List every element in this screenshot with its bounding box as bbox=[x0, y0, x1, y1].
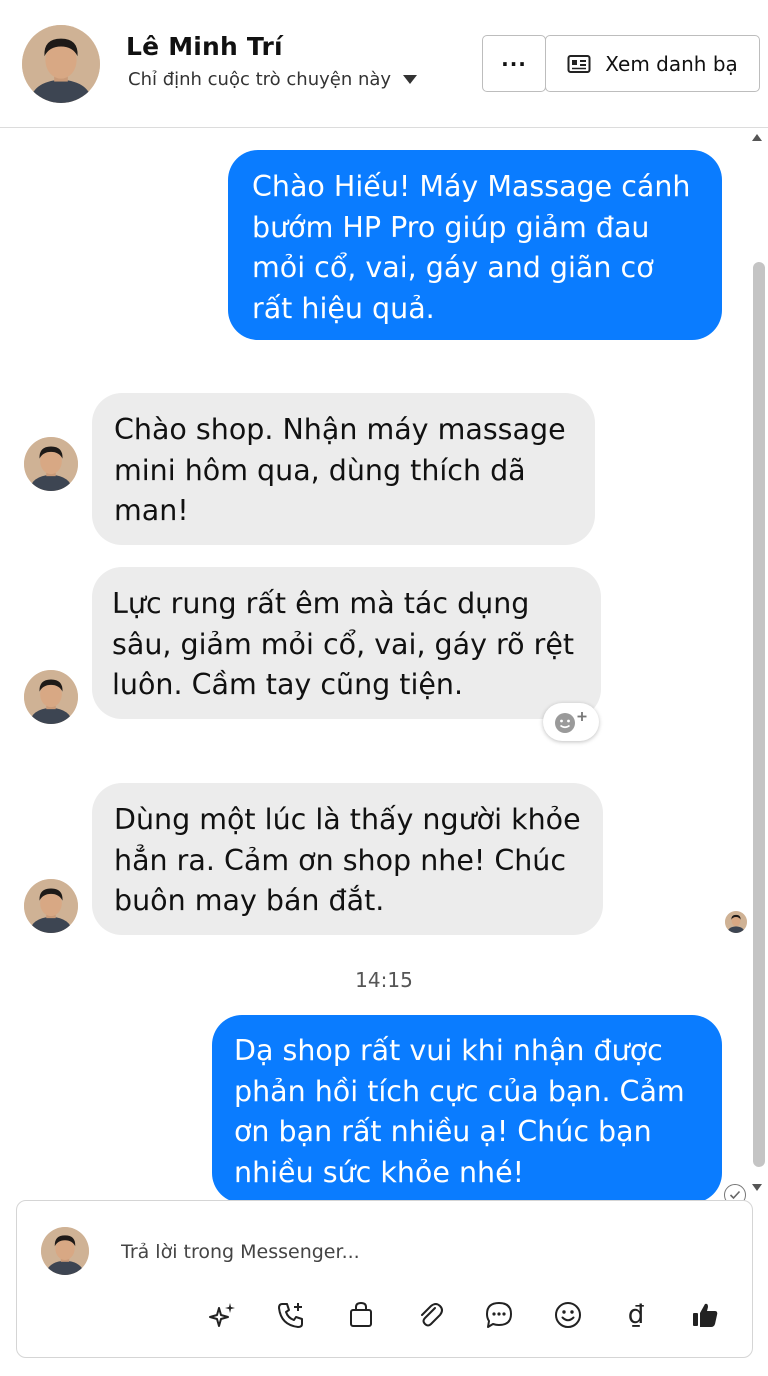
message-text: Dùng một lúc là thấy người khỏe hẳn ra. … bbox=[114, 803, 581, 917]
contact-name[interactable]: Lê Minh Trí bbox=[126, 32, 283, 61]
message-bubble-incoming[interactable]: Lực rung rất êm mà tác dụng sâu, giảm mỏ… bbox=[92, 567, 601, 719]
attach-button[interactable] bbox=[412, 1297, 448, 1333]
view-contacts-label: Xem danh bạ bbox=[605, 51, 738, 76]
person-avatar-icon bbox=[24, 437, 78, 491]
phone-add-icon bbox=[278, 1303, 303, 1328]
add-reaction-icon bbox=[555, 712, 587, 733]
shopping-bag-icon bbox=[350, 1301, 372, 1327]
chevron-down-icon bbox=[403, 75, 418, 84]
page-avatar bbox=[41, 1227, 89, 1275]
sender-avatar[interactable] bbox=[24, 879, 78, 933]
emoji-button[interactable] bbox=[550, 1297, 586, 1333]
more-options-button[interactable]: ··· bbox=[482, 35, 546, 92]
sender-avatar[interactable] bbox=[24, 670, 78, 724]
message-bubble-outgoing[interactable]: Chào Hiếu! Máy Massage cánh bướm HP Pro … bbox=[228, 150, 722, 340]
paperclip-icon bbox=[421, 1303, 443, 1327]
sparkle-button[interactable] bbox=[205, 1297, 241, 1333]
assign-label: Chỉ định cuộc trò chuyện này bbox=[128, 69, 392, 90]
sender-avatar[interactable] bbox=[24, 437, 78, 491]
view-contacts-button[interactable]: Xem danh bạ bbox=[545, 35, 760, 92]
thumbs-up-icon bbox=[693, 1303, 718, 1327]
emoji-icon bbox=[555, 1302, 581, 1328]
person-avatar-icon bbox=[24, 879, 78, 933]
message-bubble-outgoing[interactable]: Dạ shop rất vui khi nhận được phản hồi t… bbox=[212, 1015, 722, 1203]
message-bubble-incoming[interactable]: Chào shop. Nhận máy massage mini hôm qua… bbox=[92, 393, 595, 545]
like-button[interactable] bbox=[687, 1297, 723, 1333]
shop-button[interactable] bbox=[343, 1297, 379, 1333]
person-avatar-icon bbox=[22, 25, 100, 103]
chat-bubble-icon bbox=[486, 1302, 512, 1328]
reply-input[interactable] bbox=[121, 1237, 721, 1267]
person-avatar-icon bbox=[24, 670, 78, 724]
scroll-down-arrow-icon[interactable] bbox=[752, 1184, 762, 1191]
contact-avatar[interactable] bbox=[22, 25, 100, 103]
currency-dong-icon: ₫ bbox=[627, 1300, 645, 1330]
message-text: Chào shop. Nhận máy massage mini hôm qua… bbox=[114, 413, 566, 527]
payment-button[interactable]: ₫ bbox=[618, 1297, 654, 1333]
person-avatar-icon bbox=[725, 911, 747, 933]
message-text: Lực rung rất êm mà tác dụng sâu, giảm mỏ… bbox=[112, 587, 575, 701]
conversation-header: Lê Minh Trí Chỉ định cuộc trò chuyện này… bbox=[0, 0, 768, 128]
message-text: Dạ shop rất vui khi nhận được phản hồi t… bbox=[234, 1034, 685, 1189]
seen-indicator-avatar bbox=[725, 911, 747, 933]
scroll-up-arrow-icon[interactable] bbox=[752, 134, 762, 141]
saved-replies-button[interactable] bbox=[481, 1297, 517, 1333]
assign-conversation-dropdown[interactable]: Chỉ định cuộc trò chuyện này bbox=[128, 69, 418, 90]
call-button[interactable] bbox=[273, 1297, 309, 1333]
sparkle-icon bbox=[209, 1303, 235, 1327]
message-text: Chào Hiếu! Máy Massage cánh bướm HP Pro … bbox=[252, 170, 691, 325]
scrollbar-thumb[interactable] bbox=[753, 262, 765, 1167]
reply-composer: ₫ bbox=[16, 1200, 753, 1358]
message-bubble-incoming[interactable]: Dùng một lúc là thấy người khỏe hẳn ra. … bbox=[92, 783, 603, 935]
person-avatar-icon bbox=[41, 1227, 89, 1275]
message-timestamp: 14:15 bbox=[355, 968, 413, 992]
add-reaction-button[interactable] bbox=[543, 703, 599, 741]
contact-card-icon bbox=[567, 54, 591, 73]
